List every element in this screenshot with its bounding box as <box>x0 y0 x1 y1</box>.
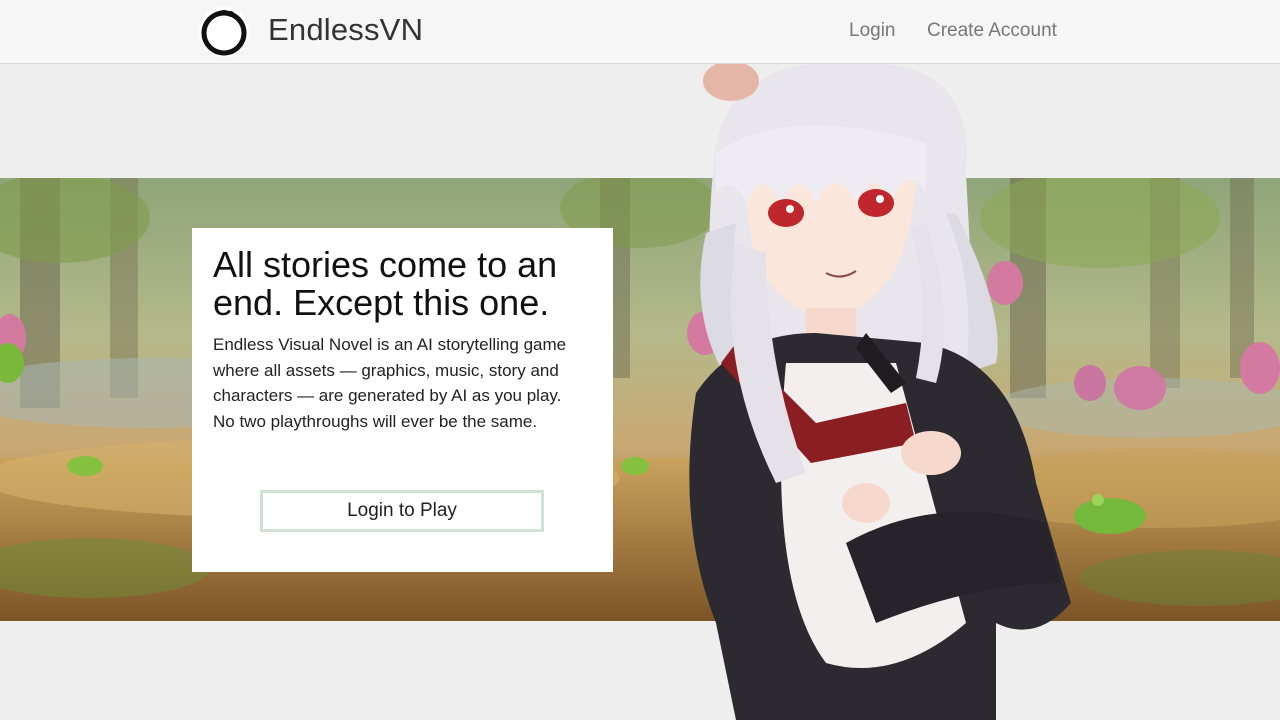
hero-card: All stories come to an end. Except this … <box>192 228 613 572</box>
brand-name[interactable]: EndlessVN <box>268 12 423 48</box>
hero-tagline: No two playthroughs will ever be the sam… <box>213 411 538 431</box>
login-to-play-button[interactable]: Login to Play <box>260 490 544 532</box>
ouroboros-logo-icon[interactable] <box>198 6 250 58</box>
site-header: EndlessVN Login Create Account <box>0 0 1280 64</box>
hero-headline: All stories come to an end. Except this … <box>213 244 558 323</box>
nav-login-link[interactable]: Login <box>849 20 896 42</box>
hero-description: Endless Visual Novel is an AI storytelli… <box>213 335 567 405</box>
anime-character-illustration <box>689 63 1071 720</box>
nav-create-account-link[interactable]: Create Account <box>927 20 1057 42</box>
